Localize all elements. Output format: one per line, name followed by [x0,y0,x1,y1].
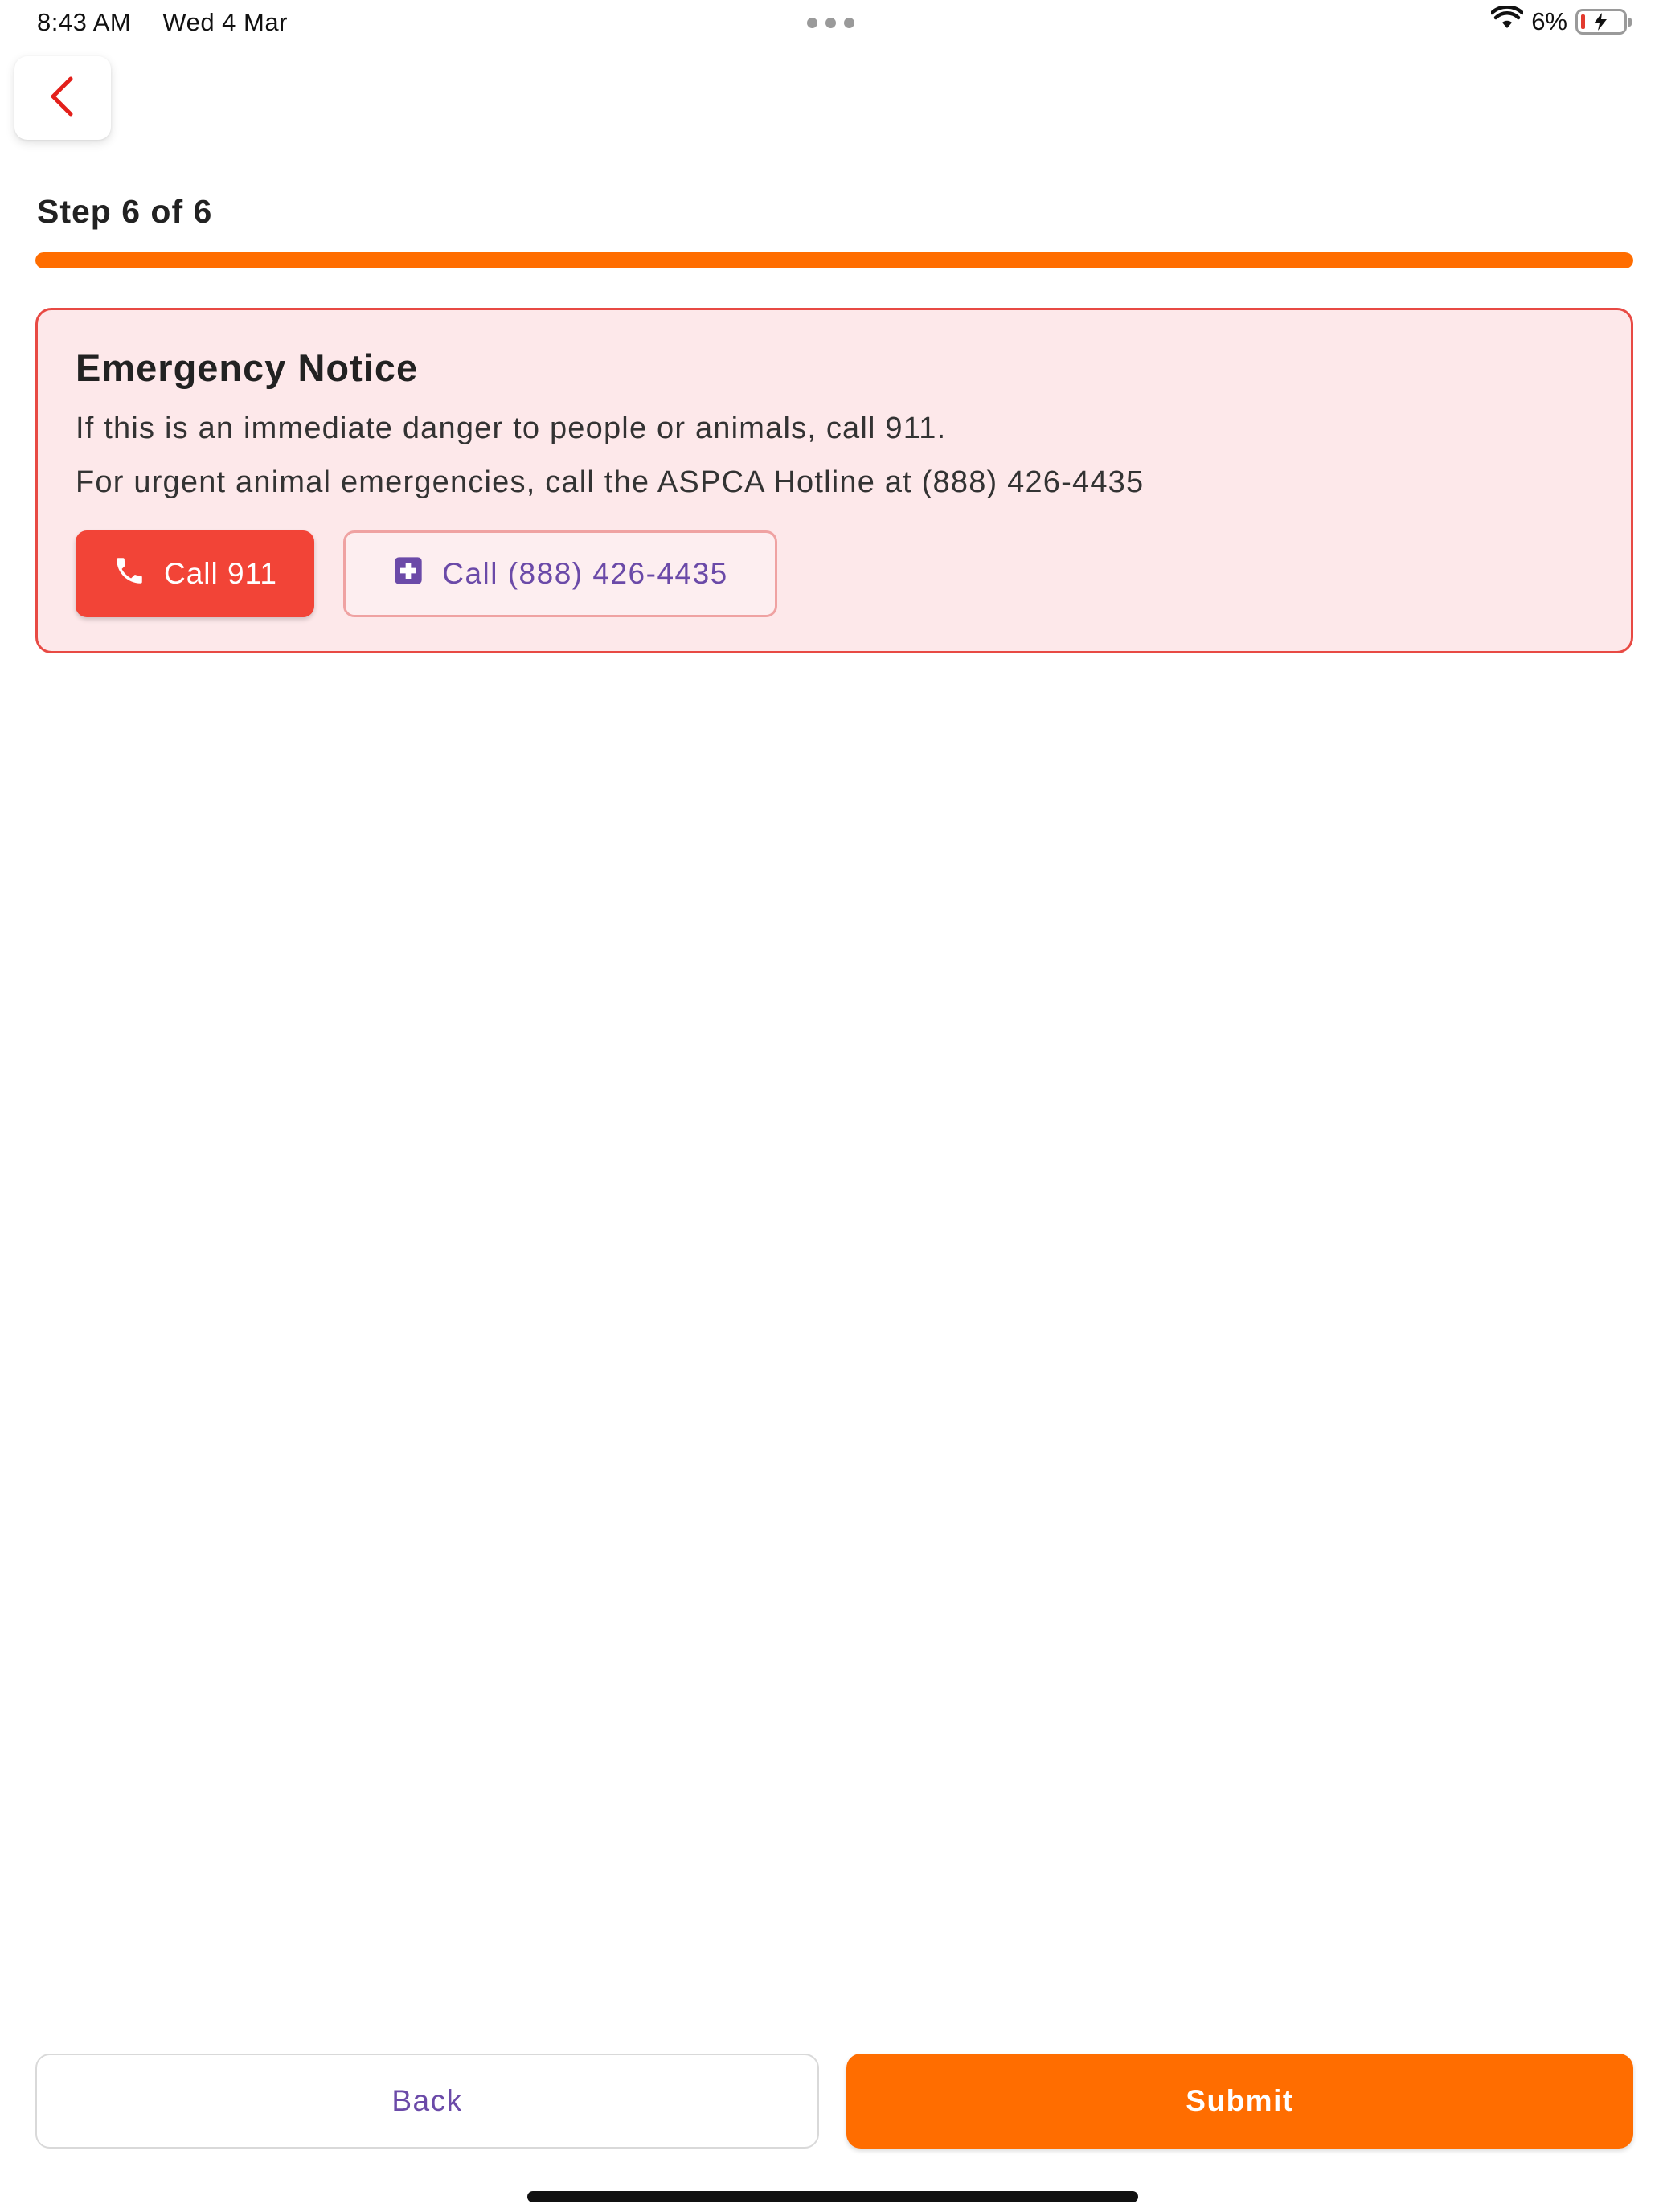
home-indicator[interactable] [527,2191,1138,2202]
call-911-button[interactable]: Call 911 [76,530,314,617]
status-date: Wed 4 Mar [162,8,288,36]
step-label: Step 6 of 6 [37,193,213,230]
status-time-date: 8:43 AM Wed 4 Mar [37,8,312,37]
call-aspca-button[interactable]: Call (888) 426-4435 [343,530,777,617]
report-step-page: 8:43 AM Wed 4 Mar 6% Step 6 of 6 Emergen… [0,0,1659,2212]
emergency-notice-card: Emergency Notice If this is an immediate… [35,308,1633,653]
call-aspca-label: Call (888) 426-4435 [442,557,728,590]
status-time: 8:43 AM [37,8,132,36]
step-progress-fill [35,252,1633,268]
step-progress-bar [35,252,1633,268]
emergency-text-911: If this is an immediate danger to people… [76,412,947,445]
emergency-text-aspca: For urgent animal emergencies, call the … [76,465,1145,499]
status-bar: 8:43 AM Wed 4 Mar 6% [0,0,1659,48]
wifi-icon [1489,5,1525,37]
call-911-label: Call 911 [163,557,277,590]
back-button[interactable]: Back [35,2054,819,2149]
phone-icon [113,554,146,595]
medical-cross-icon [392,555,424,594]
back-nav-button[interactable] [14,56,111,140]
chevron-left-icon [45,74,80,123]
status-indicators: 6% [1489,5,1632,37]
submit-button[interactable]: Submit [846,2054,1633,2149]
battery-charging-icon [1575,9,1632,35]
emergency-title: Emergency Notice [76,346,419,389]
multitasking-dots-icon[interactable] [807,18,854,28]
battery-percent: 6% [1531,7,1567,35]
